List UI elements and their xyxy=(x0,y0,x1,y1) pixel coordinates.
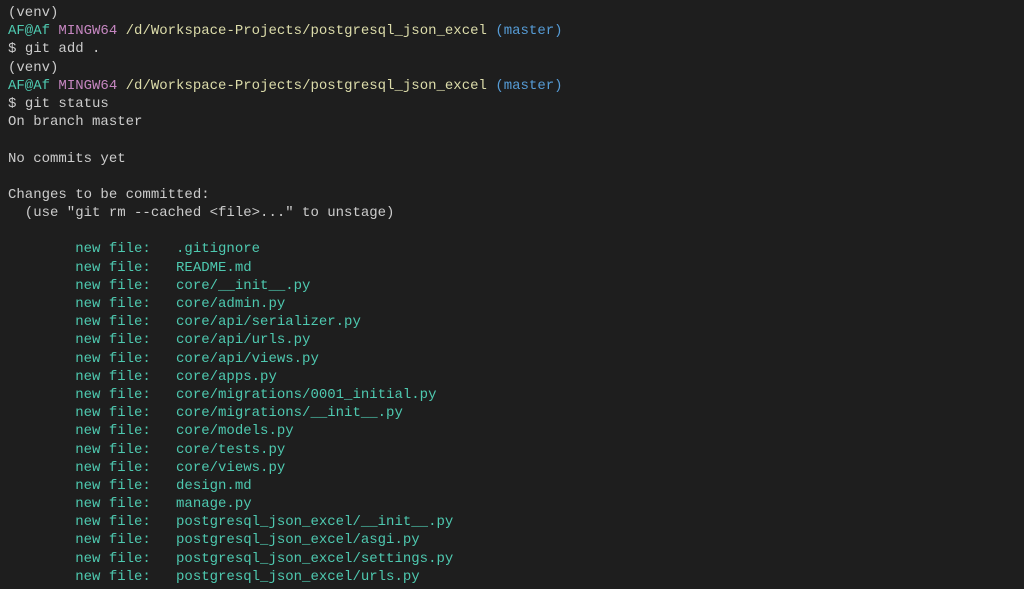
new-file-entry: new file: README.md xyxy=(8,259,1016,277)
command-text: git add . xyxy=(25,41,101,57)
new-file-entry: new file: core/__init__.py xyxy=(8,277,1016,295)
branch: (master) xyxy=(495,23,562,39)
new-file-entry: new file: core/models.py xyxy=(8,422,1016,440)
new-file-entry: new file: core/views.py xyxy=(8,459,1016,477)
userhost: AF@Af xyxy=(8,23,50,39)
prompt-line-2: AF@Af MINGW64 /d/Workspace-Projects/post… xyxy=(8,77,1016,95)
branch: (master) xyxy=(495,78,562,94)
new-file-entry: new file: core/tests.py xyxy=(8,441,1016,459)
new-file-entry: new file: design.md xyxy=(8,477,1016,495)
no-commits: No commits yet xyxy=(8,150,1016,168)
dollar-prompt: $ xyxy=(8,41,25,57)
new-file-entry: new file: core/migrations/0001_initial.p… xyxy=(8,386,1016,404)
new-file-entry: new file: postgresql_json_excel/settings… xyxy=(8,550,1016,568)
new-file-entry: new file: .gitignore xyxy=(8,240,1016,258)
new-file-entry: new file: core/api/serializer.py xyxy=(8,313,1016,331)
shell: MINGW64 xyxy=(58,78,117,94)
empty-line xyxy=(8,131,1016,149)
changes-header: Changes to be committed: xyxy=(8,186,1016,204)
new-file-entry: new file: core/admin.py xyxy=(8,295,1016,313)
unstage-hint: (use "git rm --cached <file>..." to unst… xyxy=(8,204,1016,222)
prompt-line-1: AF@Af MINGW64 /d/Workspace-Projects/post… xyxy=(8,22,1016,40)
command-text: git status xyxy=(25,96,109,112)
path: /d/Workspace-Projects/postgresql_json_ex… xyxy=(126,23,487,39)
new-file-entry: new file: core/api/urls.py xyxy=(8,331,1016,349)
new-file-entry: new file: core/api/views.py xyxy=(8,350,1016,368)
empty-line xyxy=(8,222,1016,240)
venv-indicator: (venv) xyxy=(8,4,1016,22)
command-line-1[interactable]: $ git add . xyxy=(8,40,1016,58)
new-file-entry: new file: core/migrations/__init__.py xyxy=(8,404,1016,422)
shell: MINGW64 xyxy=(58,23,117,39)
userhost: AF@Af xyxy=(8,78,50,94)
new-file-entry: new file: postgresql_json_excel/urls.py xyxy=(8,568,1016,586)
new-file-entry: new file: manage.py xyxy=(8,495,1016,513)
path: /d/Workspace-Projects/postgresql_json_ex… xyxy=(126,78,487,94)
file-list-container: new file: .gitignore new file: README.md… xyxy=(8,240,1016,586)
on-branch: On branch master xyxy=(8,113,1016,131)
command-line-2[interactable]: $ git status xyxy=(8,95,1016,113)
new-file-entry: new file: postgresql_json_excel/__init__… xyxy=(8,513,1016,531)
venv-indicator: (venv) xyxy=(8,59,1016,77)
empty-line xyxy=(8,168,1016,186)
new-file-entry: new file: postgresql_json_excel/asgi.py xyxy=(8,531,1016,549)
new-file-entry: new file: core/apps.py xyxy=(8,368,1016,386)
dollar-prompt: $ xyxy=(8,96,25,112)
